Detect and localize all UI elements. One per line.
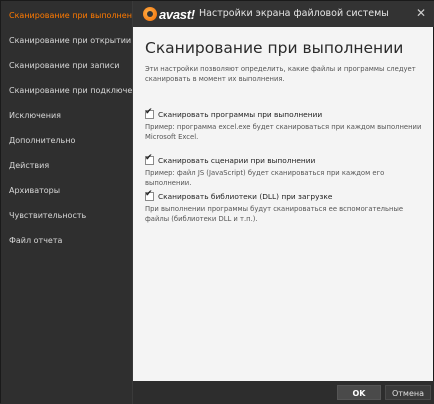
option-description: Пример: программа excel.exe будет сканир…: [145, 123, 422, 141]
scan-libraries-checkbox[interactable]: [145, 189, 154, 201]
content-panel: Сканирование при выполнении Эти настройк…: [133, 27, 433, 381]
option-description: При выполнении программы будут сканирова…: [145, 205, 404, 223]
sidebar-item-scan-on-write[interactable]: Сканирование при записи: [1, 53, 132, 78]
option-label: Сканировать сценарии при выполнении: [158, 156, 316, 165]
option-label: Сканировать программы при выполнении: [158, 110, 323, 119]
avast-logo: avast!: [143, 6, 195, 22]
sidebar: Сканирование при выполнении Сканирование…: [1, 1, 133, 404]
intro-text: Эти настройки позволяют определить, каки…: [145, 65, 416, 83]
option-label: Сканировать библиотеки (DLL) при загрузк…: [158, 192, 333, 201]
option-head: Сканировать сценарии при выполнении: [145, 153, 429, 166]
footer: OK Отмена: [133, 381, 434, 404]
close-icon[interactable]: ✕: [413, 5, 429, 21]
scan-programs-checkbox[interactable]: [145, 107, 154, 119]
option-head: Сканировать библиотеки (DLL) при загрузк…: [145, 189, 429, 202]
page-title: Сканирование при выполнении: [145, 39, 404, 57]
ok-button[interactable]: OK: [337, 385, 381, 400]
option-head: Сканировать программы при выполнении: [145, 107, 429, 120]
window-title: Настройки экрана файловой системы: [199, 8, 389, 19]
title-bar: avast! Настройки экрана файловой системы…: [133, 1, 434, 27]
option-description: Пример: файл JS (JavaScript) будет скани…: [145, 169, 385, 187]
option-scan-libraries: Сканировать библиотеки (DLL) при загрузк…: [145, 189, 429, 224]
option-scan-scripts: Сканировать сценарии при выполнении Прим…: [145, 153, 429, 188]
sidebar-item-scan-on-attach[interactable]: Сканирование при подключении: [1, 78, 132, 103]
avast-logo-icon: [143, 7, 157, 21]
sidebar-item-scan-on-execute[interactable]: Сканирование при выполнении: [1, 3, 132, 28]
sidebar-item-scan-on-open[interactable]: Сканирование при открытии: [1, 28, 132, 53]
option-scan-programs: Сканировать программы при выполнении При…: [145, 107, 429, 142]
settings-window: Сканирование при выполнении Сканирование…: [0, 0, 434, 404]
sidebar-item-archivers[interactable]: Архиваторы: [1, 178, 132, 203]
logo-text: avast!: [159, 6, 195, 22]
scan-scripts-checkbox[interactable]: [145, 153, 154, 165]
sidebar-item-sensitivity[interactable]: Чувствительность: [1, 203, 132, 228]
sidebar-item-exclusions[interactable]: Исключения: [1, 103, 132, 128]
sidebar-item-report-file[interactable]: Файл отчета: [1, 228, 132, 253]
sidebar-item-actions[interactable]: Действия: [1, 153, 132, 178]
cancel-button[interactable]: Отмена: [385, 385, 431, 400]
sidebar-item-advanced[interactable]: Дополнительно: [1, 128, 132, 153]
